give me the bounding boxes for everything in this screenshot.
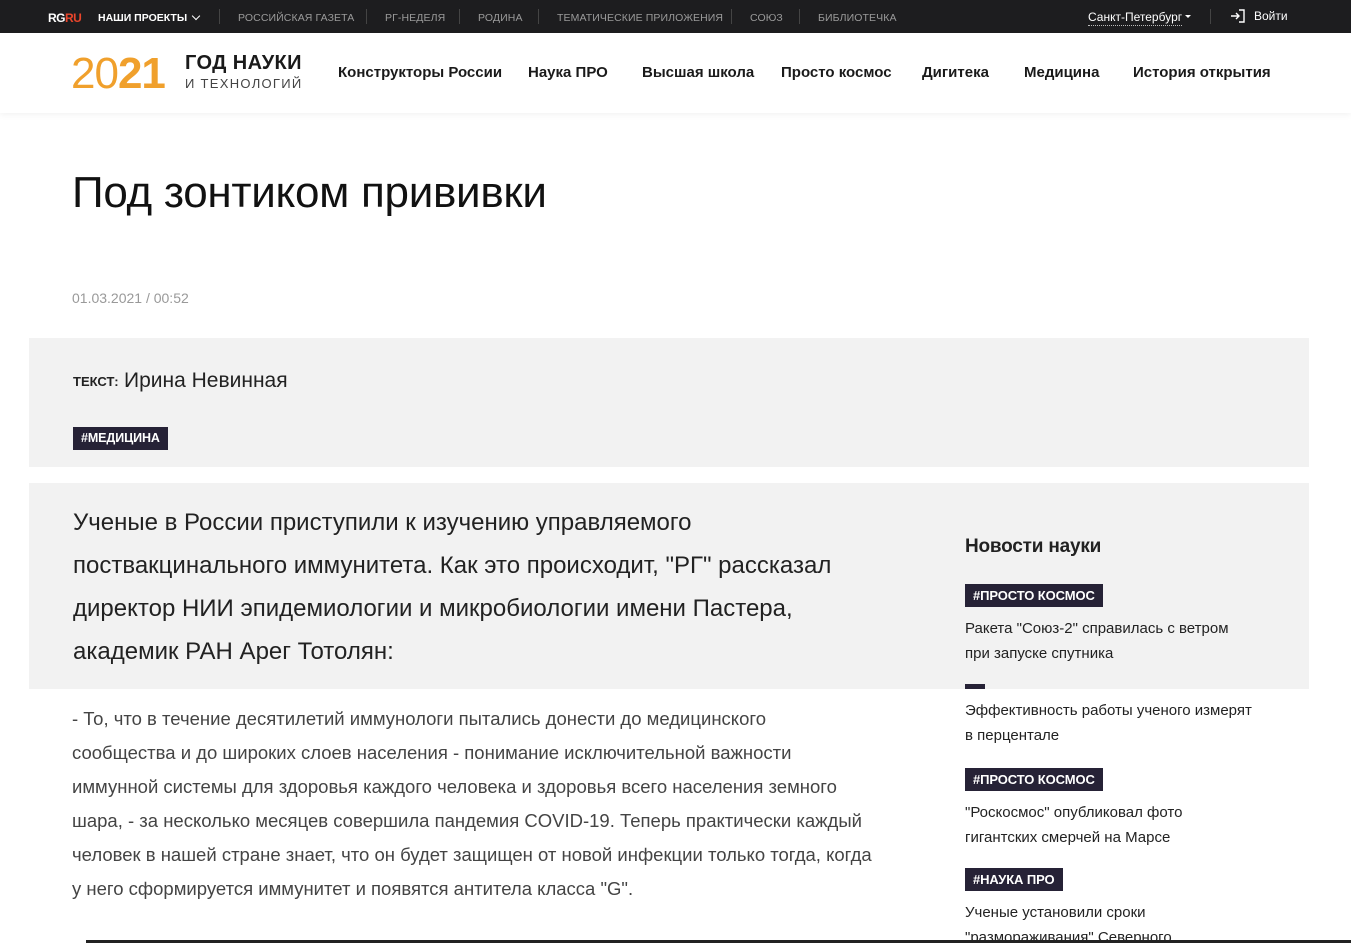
login-button[interactable]: Войти <box>1230 9 1288 23</box>
article-lead: Ученые в России приступили к изучению уп… <box>73 509 832 665</box>
nav-item-history[interactable]: История открытия <box>1133 64 1271 81</box>
news-item: #ПРОСТО КОСМОС Ракета "Союз-2" справилас… <box>965 584 1255 666</box>
login-label: Войти <box>1254 9 1288 23</box>
author-box: Текст: Ирина Невинная #МЕДИЦИНА <box>29 338 1309 467</box>
divider <box>219 9 220 24</box>
nav-item-higher-school[interactable]: Высшая школа <box>642 64 754 81</box>
login-icon <box>1231 9 1245 23</box>
nav-item-constructors[interactable]: Конструкторы России <box>338 64 502 81</box>
chevron-down-icon <box>191 11 201 21</box>
sidebar-title: Новости науки <box>965 536 1102 557</box>
topbar-link-rg[interactable]: РОССИЙСКАЯ ГАЗЕТА <box>238 12 354 24</box>
nav-item-medicine[interactable]: Медицина <box>1024 64 1099 81</box>
topbar-link-rodina[interactable]: РОДИНА <box>478 12 523 24</box>
topbar-link-rg-week[interactable]: РГ-НЕДЕЛЯ <box>385 12 445 24</box>
rg-ru-logo[interactable]: RGRU <box>48 11 82 25</box>
author-name[interactable]: Ирина Невинная <box>124 369 288 393</box>
logo-subtitle[interactable]: И ТЕХНОЛОГИЙ <box>185 77 303 91</box>
author-label: Текст: <box>73 374 119 389</box>
page-title: Под зонтиком прививки <box>72 168 547 217</box>
news-tag[interactable]: #ПРОСТО КОСМОС <box>965 584 1103 607</box>
topbar-link-library[interactable]: БИБЛИОТЕЧКА <box>818 12 897 24</box>
site-header: 2021 ГОД НАУКИ И ТЕХНОЛОГИЙ Конструкторы… <box>0 33 1351 113</box>
divider <box>538 9 539 24</box>
our-projects-label: НАШИ ПРОЕКТЫ <box>98 12 188 24</box>
science-news-sidebar: Новости науки #ПРОСТО КОСМОС Ракета "Сою… <box>965 536 1265 943</box>
news-item: #НАУКА ПРО Ученые установили сроки "разм… <box>965 868 1255 943</box>
logo-year[interactable]: 2021 <box>71 48 166 100</box>
article-date: 01.03.2021 / 00:52 <box>72 290 189 306</box>
news-item: #ПРОСТО КОСМОС "Роскосмос" опубликовал ф… <box>965 768 1255 850</box>
nav-item-digiteka[interactable]: Дигитека <box>922 64 989 81</box>
divider <box>366 9 367 24</box>
nav-item-science-pro[interactable]: Наука ПРО <box>528 64 608 81</box>
topbar-link-soyuz[interactable]: СОЮЗ <box>750 12 783 24</box>
news-tag[interactable]: #НАУКА ПРО <box>965 868 1063 891</box>
tag-medicine[interactable]: #МЕДИЦИНА <box>73 427 168 450</box>
divider <box>459 9 460 24</box>
news-link[interactable]: Ракета "Союз-2" справилась с ветром при … <box>965 616 1255 666</box>
top-bar: RGRU НАШИ ПРОЕКТЫ РОССИЙСКАЯ ГАЗЕТА РГ-Н… <box>0 0 1351 33</box>
divider <box>799 9 800 24</box>
news-tag[interactable]: #ПРОСТО КОСМОС <box>965 768 1103 791</box>
article-body: - То, что в течение десятилетий иммуноло… <box>72 708 872 899</box>
nav-item-just-space[interactable]: Просто космос <box>781 64 892 81</box>
topbar-link-thematic[interactable]: ТЕМАТИЧЕСКИЕ ПРИЛОЖЕНИЯ <box>557 12 723 24</box>
city-selector[interactable]: Санкт-Петербург <box>1088 10 1183 26</box>
news-tag-empty <box>965 684 985 689</box>
logo-title[interactable]: ГОД НАУКИ <box>185 52 302 74</box>
news-link[interactable]: Эффективность работы ученого измерят в п… <box>965 698 1255 748</box>
divider <box>1210 9 1211 24</box>
news-item: Эффективность работы ученого измерят в п… <box>965 698 1255 748</box>
caret-down-icon <box>1185 15 1191 18</box>
news-link[interactable]: Ученые установили сроки "размораживания"… <box>965 900 1255 943</box>
news-link[interactable]: "Роскосмос" опубликовал фото гигантских … <box>965 800 1255 850</box>
our-projects-dropdown[interactable]: НАШИ ПРОЕКТЫ <box>98 11 201 24</box>
divider <box>731 9 732 24</box>
